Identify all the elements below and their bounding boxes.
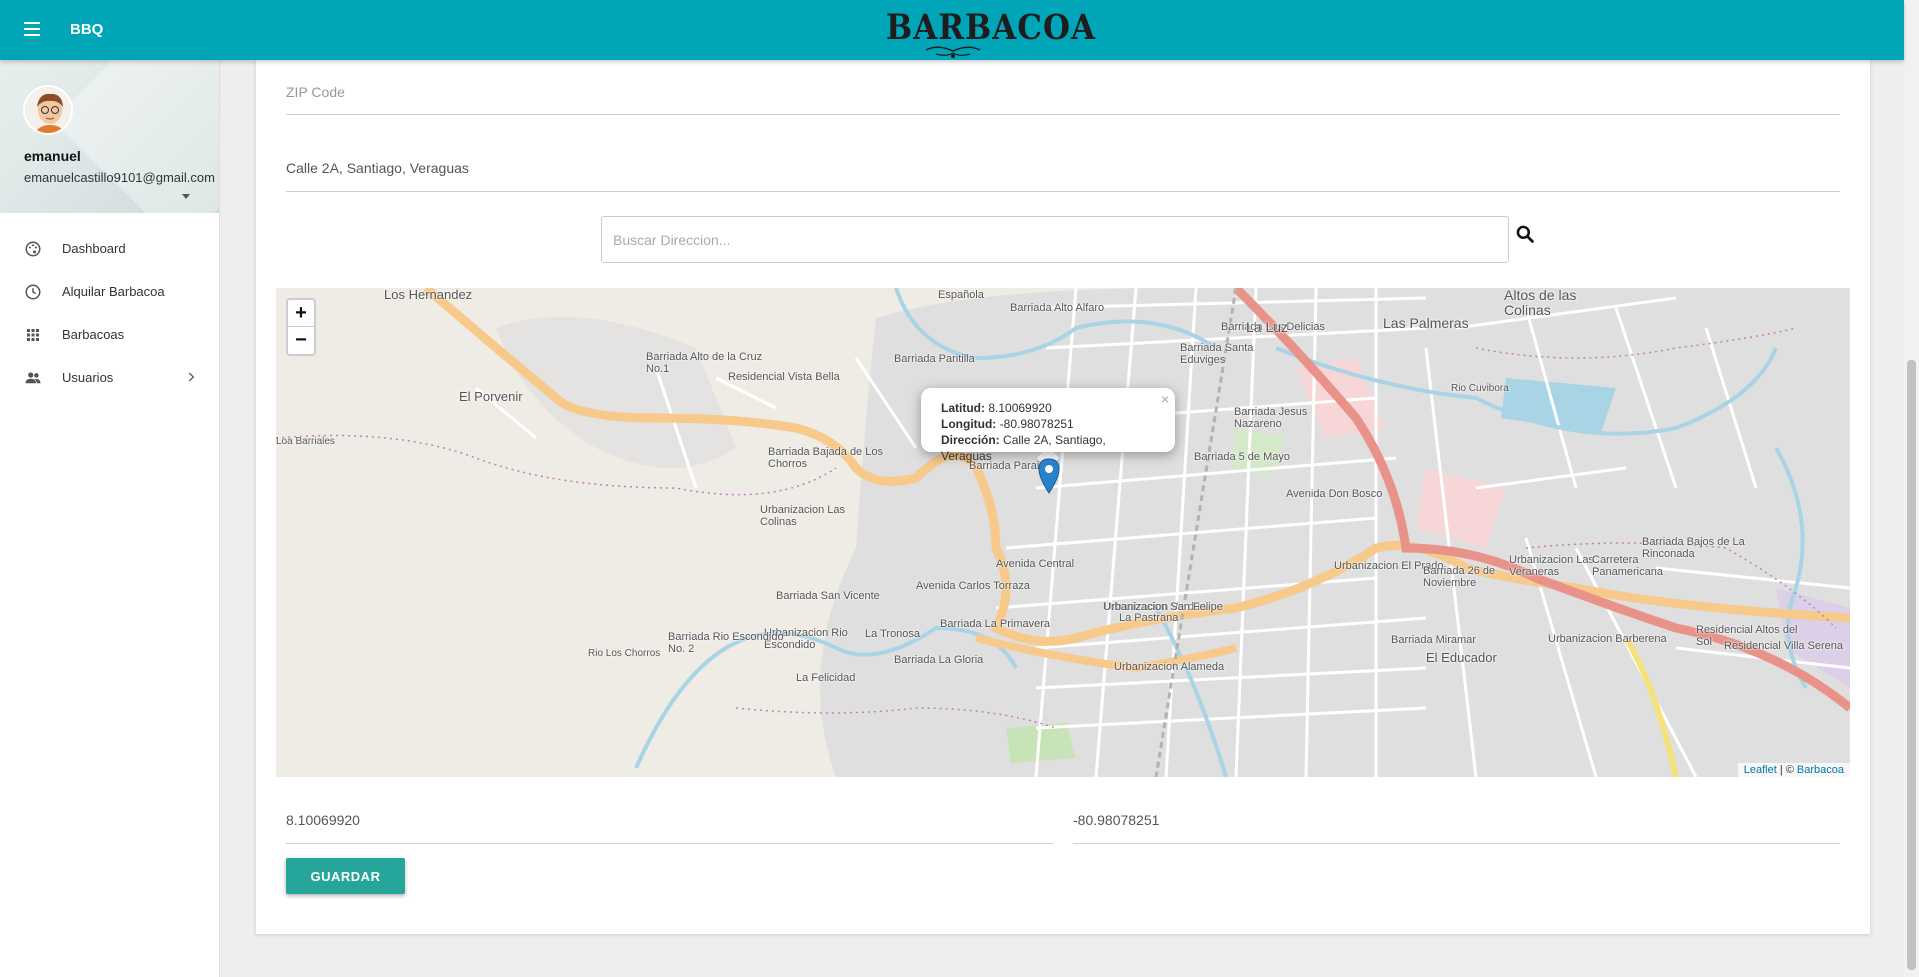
longitude-value: -80.98078251	[1073, 812, 1160, 828]
map-place-label: Barriada 5 de Mayo	[1194, 451, 1290, 463]
map-place-label: La Pastrana	[1119, 612, 1179, 624]
map-place-label: Las Palmeras	[1383, 315, 1469, 331]
sidebar-item-usuarios[interactable]: Usuarios	[0, 356, 219, 399]
map-zoom-control: + −	[286, 298, 316, 356]
map-place-label: Barriada Santa Eduviges	[1180, 342, 1254, 367]
sidebar-item-label: Barbacoas	[62, 327, 125, 342]
map-place-label: Barriada Rio Escondido No. 2	[668, 631, 784, 656]
map-place-label: Española	[938, 289, 984, 301]
map-place-label: La Tronosa	[865, 628, 921, 640]
menu-icon[interactable]	[24, 22, 40, 36]
map-place-label: Altos de las Colinas	[1504, 288, 1577, 319]
map-marker-icon[interactable]	[1038, 458, 1060, 494]
map-view[interactable]: Los Hernandez El Porvenir Loa Barriales Bar…	[276, 288, 1850, 777]
map-place-label: Urbanizacion Las Colinas	[760, 504, 845, 529]
user-name: emanuel	[24, 148, 81, 164]
user-email: emanuelcastillo9101@gmail.com	[24, 170, 215, 185]
map-place-label: Barriada La Gloria	[894, 654, 984, 666]
sidebar-item-label: Usuarios	[62, 370, 114, 385]
map-place-label: El Educador	[1426, 650, 1497, 665]
map-place-label: Barriada Miramar	[1391, 634, 1476, 646]
zip-code-placeholder: ZIP Code	[286, 84, 345, 100]
latitude-value: 8.10069920	[286, 812, 360, 828]
map-place-label: Carretera Panamericana	[1592, 554, 1663, 579]
save-button[interactable]: GUARDAR	[286, 858, 405, 894]
grid-icon	[27, 328, 39, 341]
map-place-label: El Porvenir	[459, 389, 523, 404]
top-app-bar: BBQ BARBACOA	[0, 0, 1904, 60]
scrollbar-thumb[interactable]	[1907, 360, 1916, 970]
popup-close-button[interactable]: ×	[1161, 391, 1169, 407]
search-address-input[interactable]	[602, 217, 1508, 262]
map-place-label: Urbanizacion Barberena	[1548, 633, 1667, 645]
zoom-in-button[interactable]: +	[288, 300, 314, 327]
map-place-label: Barriada Alto Alfaro	[1010, 302, 1105, 314]
map-place-label: Urbanizacion Alameda	[1114, 661, 1225, 673]
page-scrollbar[interactable]	[1904, 0, 1919, 977]
barbacoa-link[interactable]: Barbacoa	[1797, 764, 1844, 776]
map-place-label: Los Hernandez	[384, 288, 473, 302]
map-attribution: Leaflet | © Barbacoa	[1737, 763, 1850, 777]
map-place-label: Avenida Don Bosco	[1286, 488, 1383, 500]
avatar	[23, 85, 73, 135]
logo-ornament-icon	[925, 46, 981, 58]
map-place-label: Avenida Carlos Torraza	[916, 580, 1030, 592]
zip-code-field[interactable]: ZIP Code	[286, 60, 1840, 115]
popup-longitude: Longitud: -80.98078251	[941, 417, 1074, 431]
longitude-field[interactable]: -80.98078251	[1073, 802, 1840, 844]
map-place-label: Barriada Paritilla	[894, 353, 975, 365]
user-profile-card: emanuel emanuelcastillo9101@gmail.com	[0, 60, 219, 213]
barbacoa-logo: BARBACOA	[886, 4, 1095, 60]
search-address-box	[601, 216, 1509, 263]
map-place-label: Residencial Vista Bella	[728, 371, 840, 383]
popup-latitude: Latitud: 8.10069920	[941, 401, 1052, 415]
map-place-label: Barriada La Primavera	[940, 618, 1051, 630]
sidebar-item-alquilar-barbacoa[interactable]: Alquilar Barbacoa	[0, 270, 219, 313]
sidebar-menu: Dashboard Alquilar Barbacoa Barbacoas Us…	[0, 213, 219, 399]
address-field[interactable]: Calle 2A, Santiago, Veraguas	[286, 138, 1840, 192]
map-place-label: La Felicidad	[796, 672, 856, 684]
map-place-label: Barriada Bajada de Los Chorros	[768, 446, 883, 471]
location-popup: × Latitud: 8.10069920 Longitud: -80.9807…	[921, 388, 1175, 463]
map-place-label: Loa Barriales	[276, 436, 335, 447]
address-value: Calle 2A, Santiago, Veraguas	[286, 160, 469, 176]
search-icon[interactable]	[1515, 224, 1535, 244]
clock-icon	[25, 284, 41, 299]
sidebar-item-barbacoas[interactable]: Barbacoas	[0, 313, 219, 356]
sidebar-item-label: Dashboard	[62, 241, 126, 256]
address-form-card: ZIP Code Calle 2A, Santiago, Veraguas Bu…	[256, 60, 1870, 934]
palette-icon	[25, 241, 41, 256]
people-icon	[25, 371, 41, 383]
map-place-label: Barriada Jesus Nazareno	[1234, 406, 1308, 431]
sidebar-item-label: Alquilar Barbacoa	[62, 284, 165, 299]
zoom-out-button[interactable]: −	[288, 327, 314, 354]
map-place-label: Avenida Central	[996, 558, 1075, 570]
map-place-label: La Luz	[1246, 319, 1289, 335]
latitude-field[interactable]: 8.10069920	[286, 802, 1053, 844]
map-place-label: Rio Los Chorros	[588, 648, 661, 659]
map-place-label: Barriada San Vicente	[776, 590, 880, 602]
profile-dropdown-icon[interactable]	[182, 194, 190, 199]
sidebar-item-dashboard[interactable]: Dashboard	[0, 227, 219, 270]
leaflet-link[interactable]: Leaflet	[1744, 764, 1777, 776]
brand-title[interactable]: BBQ	[70, 21, 103, 38]
map-place-label: Residencial Villa Serena	[1724, 640, 1844, 652]
sidebar: emanuel emanuelcastillo9101@gmail.com Da…	[0, 60, 220, 977]
chevron-right-icon	[188, 372, 195, 382]
map-tiles	[276, 288, 1850, 777]
map-place-label: Rio Cuvibora	[1451, 383, 1509, 394]
